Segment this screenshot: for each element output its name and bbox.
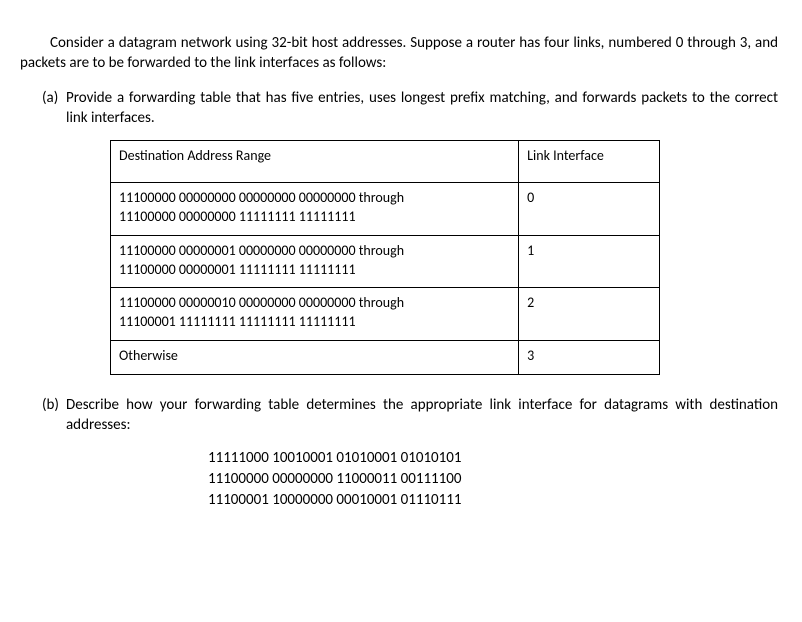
- part-b-label: (b): [42, 395, 66, 436]
- table-row: 11100000 00000010 00000000 00000000 thro…: [111, 288, 660, 341]
- range-to: 11100001 11111111 11111111 11111111: [119, 313, 510, 332]
- address-line: 11100001 10000000 00010001 01110111: [208, 490, 778, 511]
- intro-paragraph: Consider a datagram network using 32-bit…: [20, 33, 778, 74]
- range-to: 11100000 00000000 11111111 11111111: [119, 208, 510, 227]
- range-to: 11100000 00000001 11111111 11111111: [119, 261, 510, 280]
- cell-destination: 11100000 00000010 00000000 00000000 thro…: [111, 288, 519, 341]
- cell-destination: 11100000 00000001 00000000 00000000 thro…: [111, 235, 519, 288]
- range-from: 11100000 00000001 00000000 00000000 thro…: [119, 242, 510, 261]
- cell-destination: 11100000 00000000 00000000 00000000 thro…: [111, 182, 519, 235]
- table-header-row: Destination Address Range Link Interface: [111, 141, 660, 183]
- part-a-label: (a): [42, 88, 66, 129]
- part-b: (b) Describe how your forwarding table d…: [42, 395, 778, 436]
- address-line: 11111000 10010001 01010001 01010101: [208, 448, 778, 469]
- table-row: 11100000 00000000 00000000 00000000 thro…: [111, 182, 660, 235]
- destination-addresses: 11111000 10010001 01010001 01010101 1110…: [208, 448, 778, 511]
- part-a: (a) Provide a forwarding table that has …: [42, 88, 778, 129]
- table-row: Otherwise 3: [111, 341, 660, 375]
- range-from: 11100000 00000010 00000000 00000000 thro…: [119, 294, 510, 313]
- header-link: Link Interface: [519, 141, 660, 183]
- table-row: 11100000 00000001 00000000 00000000 thro…: [111, 235, 660, 288]
- range-from: 11100000 00000000 00000000 00000000 thro…: [119, 189, 510, 208]
- cell-link: 1: [519, 235, 660, 288]
- cell-destination: Otherwise: [111, 341, 519, 375]
- header-destination: Destination Address Range: [111, 141, 519, 183]
- forwarding-table: Destination Address Range Link Interface…: [110, 140, 660, 375]
- address-line: 11100000 00000000 11000011 00111100: [208, 469, 778, 490]
- cell-link: 0: [519, 182, 660, 235]
- part-b-text: Describe how your forwarding table deter…: [66, 395, 778, 436]
- cell-link: 2: [519, 288, 660, 341]
- cell-link: 3: [519, 341, 660, 375]
- part-a-text: Provide a forwarding table that has five…: [66, 88, 778, 129]
